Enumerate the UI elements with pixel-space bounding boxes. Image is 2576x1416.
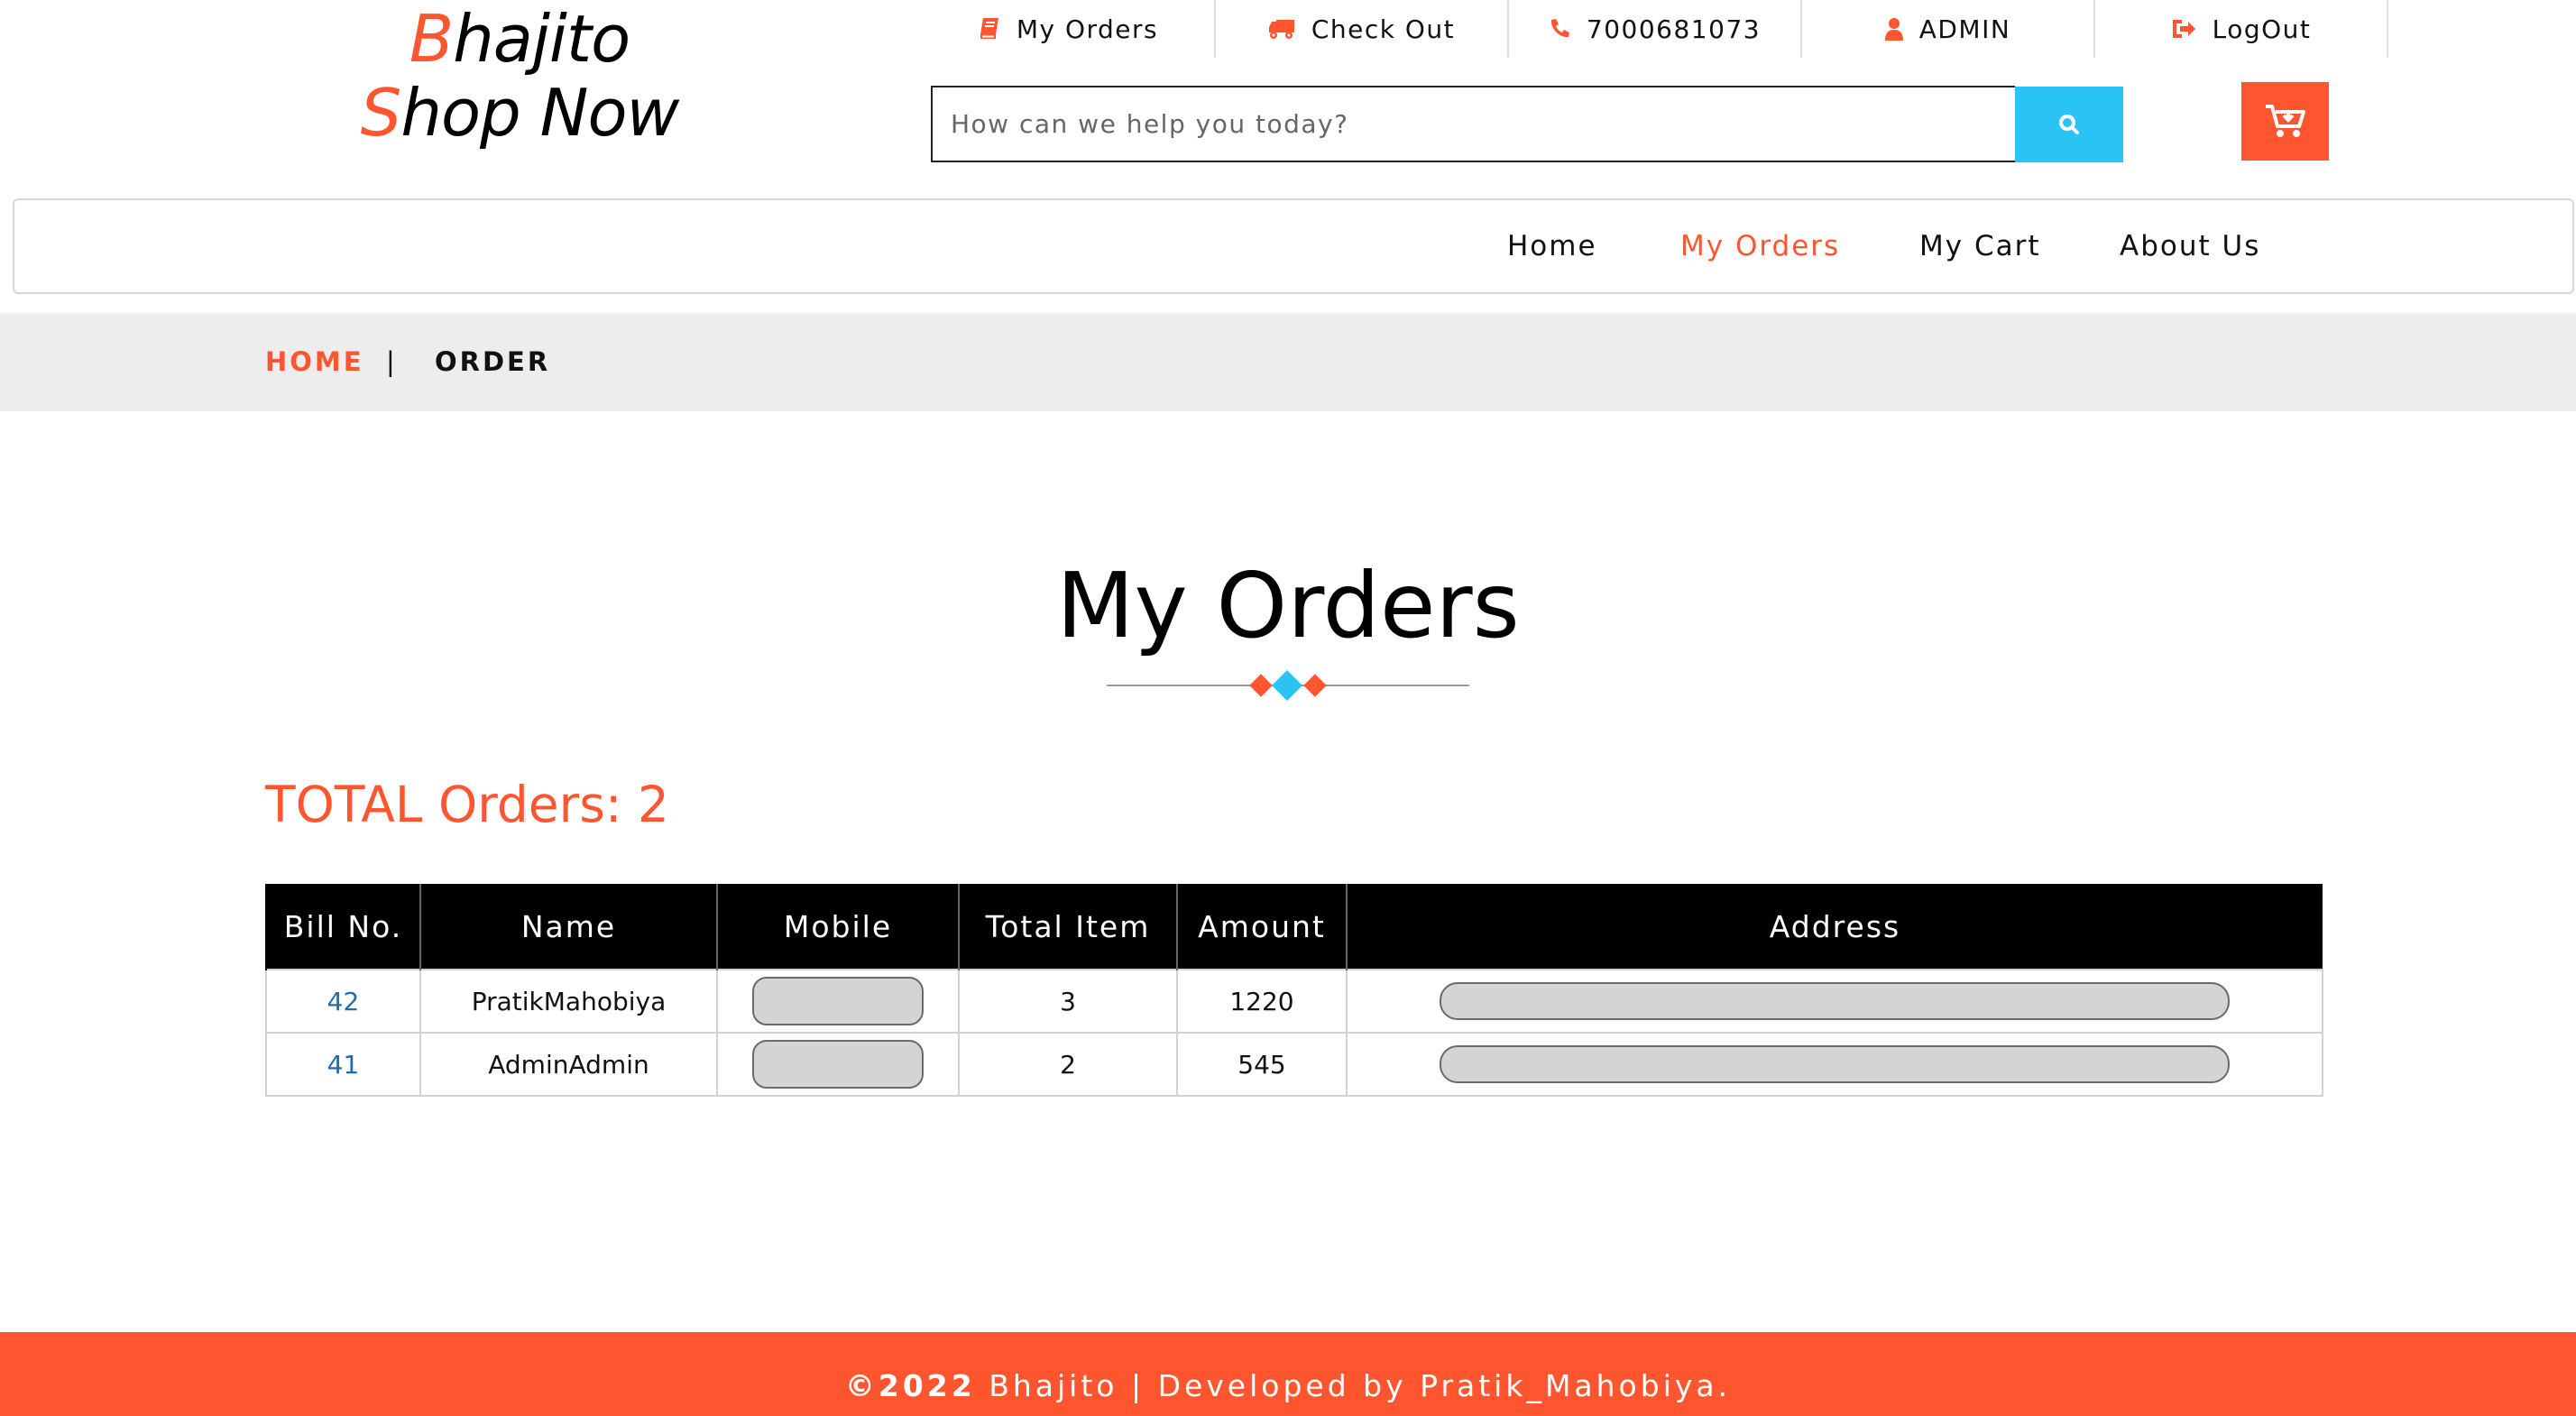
- footer-copyright: ©2022: [844, 1368, 976, 1403]
- phone-icon: [1550, 19, 1569, 38]
- page-title: My Orders: [1056, 553, 1520, 658]
- sign-out-icon: [2172, 20, 2195, 38]
- redacted-address: [1440, 982, 2230, 1020]
- breadcrumb-home-link[interactable]: HOME: [265, 313, 364, 411]
- topbar-label: ADMIN: [1918, 14, 2011, 44]
- table-row: 42 PratikMahobiya 3 1220: [265, 969, 2323, 1034]
- mobile-cell: [716, 1032, 960, 1097]
- total-orders-label: TOTAL Orders: 2: [265, 776, 669, 833]
- column-header-mobile: Mobile: [716, 884, 959, 970]
- name-cell: AdminAdmin: [419, 1032, 718, 1097]
- column-header-name: Name: [419, 884, 717, 970]
- nav-item-my-orders[interactable]: My Orders: [1680, 200, 1840, 292]
- redacted-address: [1440, 1045, 2230, 1083]
- logo-line-2: Shop Now: [360, 75, 680, 151]
- bill-no-link[interactable]: 42: [265, 969, 421, 1034]
- search-input[interactable]: [931, 86, 2015, 162]
- topbar-checkout-link[interactable]: Check Out: [1216, 0, 1509, 58]
- mobile-cell: [716, 969, 960, 1034]
- topbar-label: My Orders: [1016, 14, 1159, 44]
- total-item-cell: 2: [958, 1032, 1178, 1097]
- redacted-mobile: [752, 977, 924, 1025]
- search-icon: [2059, 115, 2079, 134]
- topbar-label: 7000681073: [1586, 14, 1762, 44]
- footer-text: Bhajito | Developed by Pratik_Mahobiya.: [975, 1368, 1732, 1403]
- book-icon: [980, 18, 998, 39]
- breadcrumb: HOME | ORDER: [0, 313, 2576, 411]
- cart-button[interactable]: [2241, 82, 2329, 161]
- page: Bhajito Shop Now My Orders Check Out 700…: [0, 0, 2576, 1416]
- cart-icon: [2265, 104, 2305, 137]
- topbar-logout-link[interactable]: LogOut: [2095, 0, 2388, 58]
- topbar-admin-link[interactable]: ADMIN: [1802, 0, 2095, 58]
- column-header-bill-no: Bill No.: [265, 884, 420, 970]
- breadcrumb-current: ORDER: [435, 346, 551, 377]
- redacted-mobile: [752, 1040, 924, 1089]
- user-icon: [1884, 18, 1903, 41]
- top-info-bar: My Orders Check Out 7000681073 ADMIN Log…: [923, 0, 2388, 58]
- topbar-phone-link[interactable]: 7000681073: [1509, 0, 1802, 58]
- amount-cell: 1220: [1176, 969, 1348, 1034]
- orders-table: Bill No. Name Mobile Total Item Amount A…: [265, 884, 2323, 1097]
- logo-line-1: Bhajito: [409, 1, 630, 77]
- table-row: 41 AdminAdmin 2 545: [265, 1032, 2323, 1097]
- table-header-row: Bill No. Name Mobile Total Item Amount A…: [265, 884, 2323, 970]
- address-cell: [1346, 1032, 2323, 1097]
- title-divider: [1107, 670, 1469, 701]
- nav-item-home[interactable]: Home: [1507, 200, 1597, 292]
- name-cell: PratikMahobiya: [419, 969, 718, 1034]
- topbar-my-orders-link[interactable]: My Orders: [923, 0, 1216, 58]
- topbar-label: Check Out: [1311, 14, 1456, 44]
- site-logo[interactable]: Bhajito Shop Now: [357, 2, 682, 150]
- total-item-cell: 3: [958, 969, 1178, 1034]
- amount-cell: 545: [1176, 1032, 1348, 1097]
- nav-item-my-cart[interactable]: My Cart: [1919, 200, 2041, 292]
- column-header-total-item: Total Item: [958, 884, 1177, 970]
- address-cell: [1346, 969, 2323, 1034]
- topbar-label: LogOut: [2212, 14, 2312, 44]
- column-header-amount: Amount: [1176, 884, 1347, 970]
- bill-no-link[interactable]: 41: [265, 1032, 421, 1097]
- nav-item-about-us[interactable]: About Us: [2120, 200, 2260, 292]
- column-header-address: Address: [1346, 884, 2323, 970]
- main-nav: Home My Orders My Cart About Us: [13, 198, 2574, 294]
- footer: ©2022 Bhajito | Developed by Pratik_Maho…: [0, 1332, 2576, 1416]
- search-button[interactable]: [2015, 87, 2123, 162]
- breadcrumb-separator: |: [386, 346, 398, 377]
- truck-icon: [1268, 20, 1294, 39]
